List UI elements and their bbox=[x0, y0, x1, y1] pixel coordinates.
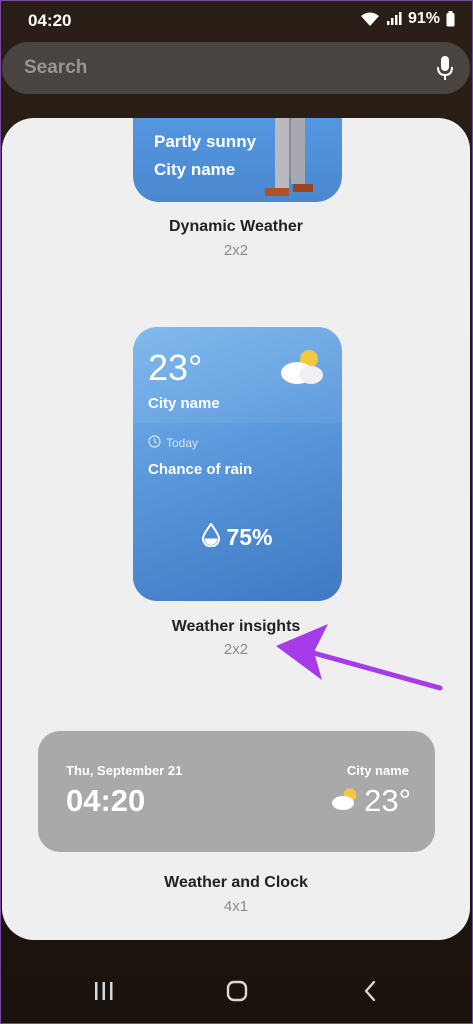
weather-insights-preview[interactable]: 23° City name Today Chance of rain 75% bbox=[133, 327, 342, 601]
city-name: City name bbox=[148, 395, 220, 412]
temperature: 23° bbox=[148, 347, 203, 388]
today-row: Today bbox=[148, 435, 198, 451]
microphone-icon[interactable] bbox=[436, 55, 454, 86]
raindrop-icon bbox=[202, 522, 221, 552]
status-bar: 04:20 91% bbox=[0, 0, 473, 40]
search-bar[interactable]: Search bbox=[2, 42, 470, 94]
widget-list-sheet[interactable]: Partly sunny City name Dynamic Weather 2… bbox=[2, 118, 470, 940]
person-illustration bbox=[263, 118, 323, 202]
widget-size-dynamic-weather: 2x2 bbox=[223, 242, 249, 259]
annotation-arrow-icon bbox=[270, 620, 445, 700]
temperature-row: 23° bbox=[330, 783, 411, 819]
battery-icon bbox=[446, 11, 455, 27]
partly-sunny-icon bbox=[330, 787, 360, 816]
navigation-bar bbox=[0, 955, 473, 1024]
city-name: City name bbox=[154, 160, 236, 179]
today-label: Today bbox=[166, 436, 199, 450]
rain-percentage: 75% bbox=[226, 524, 273, 550]
rain-percentage-row: 75% bbox=[133, 522, 342, 552]
chance-of-rain-label: Chance of rain bbox=[148, 461, 253, 478]
search-input[interactable]: Search bbox=[24, 57, 87, 79]
temperature: 23° bbox=[364, 783, 411, 818]
battery-percent: 91% bbox=[407, 10, 440, 27]
partly-sunny-icon bbox=[277, 349, 325, 390]
signal-icon bbox=[386, 12, 402, 26]
weather-condition: Partly sunny bbox=[154, 132, 257, 151]
widget-size-weather-and-clock: 4x1 bbox=[223, 898, 249, 915]
clock-icon bbox=[148, 435, 161, 451]
city-name: City name bbox=[346, 763, 409, 778]
clock-time: 04:20 bbox=[66, 783, 146, 818]
status-icons: 91% bbox=[360, 10, 455, 28]
wifi-icon bbox=[360, 11, 380, 27]
date-label: Thu, September 21 bbox=[66, 763, 183, 778]
recent-apps-icon[interactable] bbox=[84, 975, 124, 1007]
home-icon[interactable] bbox=[217, 975, 257, 1007]
dynamic-weather-preview[interactable]: Partly sunny City name bbox=[133, 118, 342, 202]
weather-and-clock-preview[interactable]: Thu, September 21 04:20 City name 23° bbox=[38, 731, 435, 852]
widget-title-weather-and-clock: Weather and Clock bbox=[164, 874, 308, 891]
back-icon[interactable] bbox=[350, 975, 390, 1007]
widget-title-dynamic-weather: Dynamic Weather bbox=[169, 218, 303, 235]
status-time: 04:20 bbox=[28, 11, 72, 30]
